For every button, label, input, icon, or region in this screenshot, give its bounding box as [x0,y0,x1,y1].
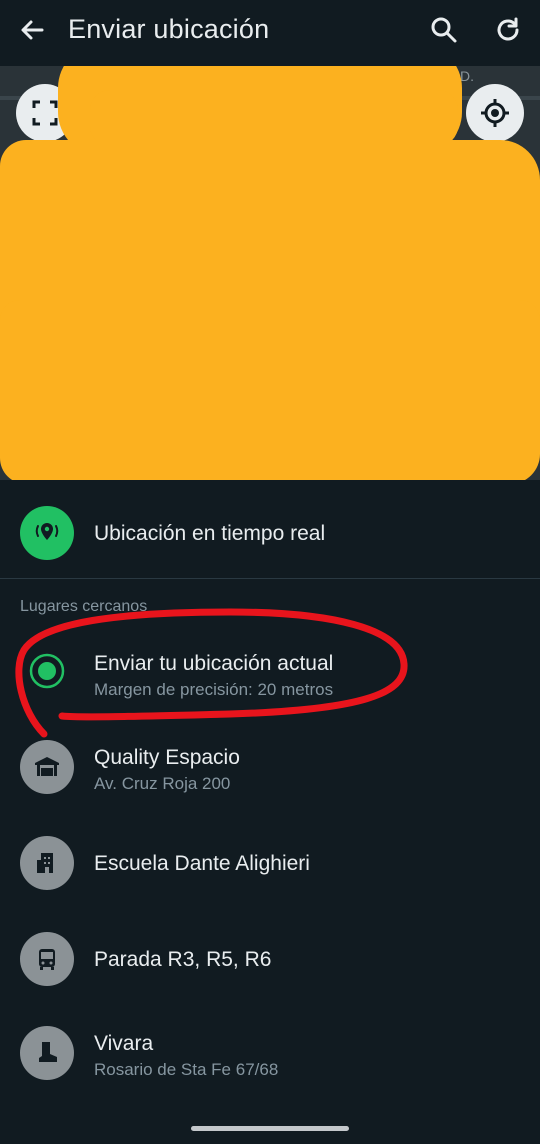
section-label: Lugares cercanos [20,598,148,615]
live-location-label: Ubicación en tiempo real [94,522,326,545]
boot-icon [20,1026,74,1080]
venue-icon [20,740,74,794]
list-item[interactable]: Vivara Rosario de Sta Fe 67/68 [0,1006,540,1100]
my-location-button[interactable] [466,84,524,142]
list-item[interactable]: Escuela Dante Alighieri [0,816,540,910]
search-icon[interactable] [428,14,460,46]
current-location-icon [20,644,74,698]
app-bar: Enviar ubicación [0,0,540,66]
divider [0,578,540,579]
location-list: Ubicación en tiempo real Lugares cercano… [0,480,540,1112]
place-name: Escuela Dante Alighieri [94,852,310,875]
current-location-title: Enviar tu ubicación actual [94,652,334,675]
page-title: Enviar ubicación [68,14,270,44]
place-name: Vivara [94,1032,154,1055]
gesture-handle[interactable] [191,1126,349,1131]
live-location-row[interactable]: Ubicación en tiempo real [0,486,540,580]
place-name: Quality Espacio [94,746,240,769]
refresh-icon[interactable] [492,14,524,46]
place-address: Av. Cruz Roja 200 [94,774,231,793]
map-label: D. [460,68,474,84]
fullscreen-icon [32,100,58,126]
live-location-icon [20,506,74,560]
bus-icon [20,932,74,986]
send-current-location-row[interactable]: Enviar tu ubicación actual Margen de pre… [0,624,540,718]
building-icon [20,836,74,890]
list-item[interactable]: Parada R3, R5, R6 [0,912,540,1006]
arrow-back-icon[interactable] [16,14,48,46]
list-item[interactable]: Quality Espacio Av. Cruz Roja 200 [0,718,540,812]
place-address: Rosario de Sta Fe 67/68 [94,1060,279,1079]
system-nav-bar [0,1112,540,1144]
current-location-subtitle: Margen de precisión: 20 metros [94,680,334,699]
place-name: Parada R3, R5, R6 [94,948,272,971]
my-location-icon [481,99,509,127]
